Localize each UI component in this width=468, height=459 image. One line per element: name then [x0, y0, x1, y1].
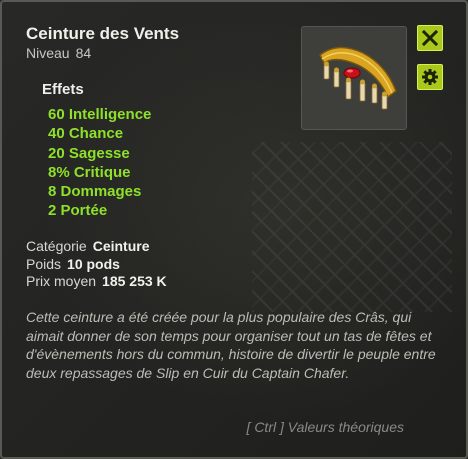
item-info: Catégorie Ceinture Poids 10 pods Prix moye… — [26, 238, 167, 291]
background-decoration — [252, 142, 452, 312]
effects-list: 60 Intelligence 40 Chance 20 Sagesse 8% … — [48, 105, 151, 221]
level-label: Niveau — [26, 45, 70, 61]
effect-item: 20 Sagesse — [48, 144, 130, 162]
price-label: Prix moyen — [26, 273, 97, 289]
effect-item: 40 Chance — [48, 125, 124, 143]
price-value: 185 253 K — [102, 273, 167, 289]
effect-item: 2 Portée — [48, 202, 108, 220]
effects-heading: Effets — [42, 81, 84, 98]
close-icon — [421, 29, 439, 47]
close-button[interactable] — [417, 25, 443, 51]
price-row: Prix moyen 185 253 K — [26, 273, 167, 291]
belt-item-image — [319, 46, 397, 110]
effect-item: 60 Intelligence — [48, 106, 152, 123]
effect-item: 8% Critique — [48, 163, 131, 181]
weight-value: 10 pods — [67, 255, 120, 272]
item-tooltip: Ceinture des Vents Niveau 84 Effets 60 I… — [0, 0, 468, 459]
item-description: Cette ceinture a été créée pour la plus … — [26, 309, 436, 381]
category-label: Catégorie — [26, 238, 87, 254]
item-image-frame — [301, 26, 407, 130]
category-row: Catégorie Ceinture — [26, 238, 167, 256]
weight-label: Poids — [26, 255, 62, 272]
level-value: 84 — [75, 45, 92, 61]
weight-row: Poids 10 pods — [26, 256, 167, 274]
item-title: Ceinture des Vents — [26, 24, 180, 43]
theoretical-values-hint: [ Ctrl ] Valeurs théoriques — [246, 419, 404, 435]
settings-button[interactable] — [417, 64, 443, 90]
item-level: Niveau 84 — [26, 45, 97, 61]
gear-icon — [422, 69, 438, 85]
effect-item: 8 Dommages — [48, 183, 142, 201]
category-value: Ceinture — [92, 238, 150, 254]
